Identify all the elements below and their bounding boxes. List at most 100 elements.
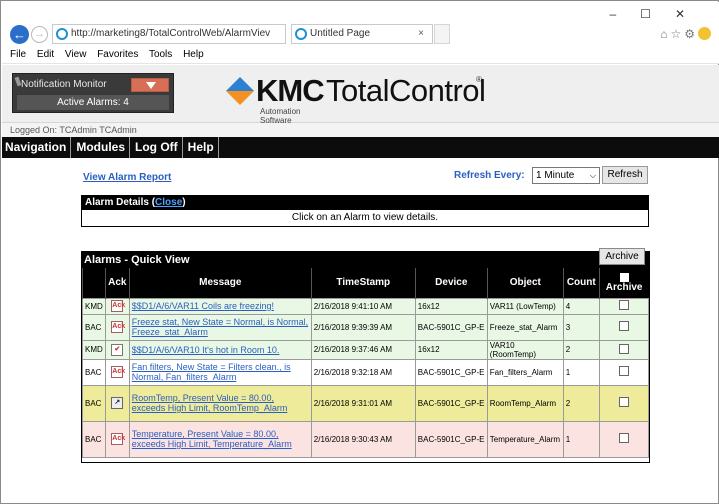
nav-help[interactable]: Help	[185, 137, 219, 158]
settings-gear-icon[interactable]: ⚙	[684, 27, 698, 41]
browser-menubar: File Edit View Favorites Tools Help	[2, 46, 719, 64]
alarm-row[interactable]: BAC Ack Fan filters, New State = Filters c…	[82, 358, 650, 386]
archive-cell[interactable]	[598, 420, 650, 458]
archive-checkbox[interactable]	[618, 321, 629, 331]
ack-alarm-icon[interactable]: Ack	[111, 300, 125, 312]
toolbar-icons: ⌂☆⚙	[660, 27, 711, 41]
alarm-message-cell[interactable]: Freeze stat, New State = Normal, is Norm…	[128, 313, 312, 341]
alarm-details-message: Click on an Alarm to view details.	[291, 212, 439, 223]
alarm-device: 16x12	[414, 339, 488, 360]
alarms-title: Alarms - Quick View	[84, 254, 190, 266]
archive-all-checkbox[interactable]	[619, 272, 629, 282]
archive-checkbox[interactable]	[618, 397, 629, 407]
notification-title: Notification Monitor	[21, 79, 107, 90]
menu-tools[interactable]: Tools	[149, 49, 172, 60]
alarm-row[interactable]: KMD ✔ $$D1/A/6/VAR10 It's hot in Room 10. 2…	[82, 339, 650, 360]
alarm-row[interactable]: KMD Ack $$D1/A/6/VAR11 Coils are freezing!…	[82, 297, 650, 315]
alarm-timestamp: 2/16/2018 9:30:43 AM	[310, 420, 416, 458]
archive-cell[interactable]	[598, 313, 650, 341]
back-arrow-icon[interactable]: ←	[10, 25, 29, 44]
alarm-count: 2	[562, 384, 600, 422]
menu-file[interactable]: File	[10, 49, 26, 60]
archive-button[interactable]: Archive	[599, 248, 645, 265]
nav-modules[interactable]: Modules	[73, 137, 131, 158]
col-object[interactable]: Object	[486, 268, 564, 298]
alarm-message-cell[interactable]: $$D1/A/6/VAR10 It's hot in Room 10.	[128, 339, 312, 360]
menu-edit[interactable]: Edit	[37, 49, 54, 60]
ack-cell[interactable]: Ack	[104, 420, 130, 458]
refresh-interval-select[interactable]: 1 Minute ⌵	[532, 167, 600, 184]
acknowledged-icon[interactable]: ↗	[111, 397, 124, 409]
nav-navigation[interactable]: Navigation	[2, 137, 72, 158]
col-archive[interactable]: Archive	[598, 268, 649, 298]
browser-tab[interactable]: Untitled Page ×	[291, 24, 433, 44]
archive-checkbox[interactable]	[618, 433, 629, 443]
col-archive-label: Archive	[605, 281, 643, 293]
alarm-row[interactable]: BAC Ack Freeze stat, New State = Normal, i…	[82, 313, 650, 341]
minimize-icon[interactable]: –	[609, 7, 640, 21]
ack-cell[interactable]: Ack	[104, 297, 130, 315]
menu-help[interactable]: Help	[183, 49, 204, 60]
alarm-count: 2	[562, 339, 600, 360]
new-tab-button[interactable]	[434, 24, 450, 44]
alarm-message-link[interactable]: Freeze stat, New State = Normal, is Norm…	[132, 317, 308, 337]
ack-cell[interactable]: Ack	[104, 358, 130, 386]
active-alarms-count[interactable]: Active Alarms: 4	[17, 95, 169, 110]
alarm-message-cell[interactable]: RoomTemp, Present Value = 80.00, exceeds…	[128, 384, 312, 422]
ie-icon	[295, 28, 307, 40]
browser-window: ← → http://marketing8/TotalControlWeb/Al…	[0, 0, 719, 504]
archive-cell[interactable]	[598, 358, 650, 386]
alarm-message-link[interactable]: $$D1/A/6/VAR10 It's hot in Room 10.	[132, 345, 280, 355]
alarm-message-cell[interactable]: Fan filters, New State = Filters clean.,…	[128, 358, 312, 386]
ack-alarm-icon[interactable]: Ack	[111, 433, 125, 445]
ack-cell[interactable]: ↗	[104, 384, 130, 422]
home-icon[interactable]: ⌂	[660, 27, 670, 41]
close-window-icon[interactable]: ✕	[675, 7, 709, 21]
archive-cell[interactable]	[598, 297, 650, 315]
col-ack[interactable]: Ack	[104, 268, 130, 298]
view-alarm-report-link[interactable]: View Alarm Report	[83, 172, 171, 183]
alarm-message-link[interactable]: RoomTemp, Present Value = 80.00, exceeds…	[132, 393, 288, 413]
archive-cell[interactable]	[598, 384, 650, 422]
feedback-smiley-icon[interactable]	[698, 27, 711, 40]
archive-checkbox[interactable]	[618, 343, 629, 354]
ack-alarm-icon[interactable]: Ack	[111, 321, 125, 333]
ack-cell[interactable]: ✔	[104, 339, 130, 360]
col-source	[82, 268, 106, 298]
alarm-row[interactable]: BAC Ack Temperature, Present Value = 80.00…	[82, 420, 650, 458]
favorites-icon[interactable]: ☆	[670, 27, 684, 41]
notification-monitor[interactable]: Notification Monitor Active Alarms: 4	[12, 73, 174, 113]
menu-favorites[interactable]: Favorites	[97, 49, 138, 60]
alarm-row[interactable]: BAC ↗ RoomTemp, Present Value = 80.00, exc…	[82, 384, 650, 422]
alarm-message-link[interactable]: Temperature, Present Value = 80.00, exce…	[132, 429, 292, 449]
col-message[interactable]: Message	[128, 268, 312, 298]
maximize-icon[interactable]: ☐	[640, 7, 675, 21]
col-count[interactable]: Count	[562, 268, 600, 298]
alarm-device: BAC-5901C_GP-E	[414, 384, 488, 422]
forward-arrow-icon[interactable]: →	[31, 26, 48, 43]
nav-log-off[interactable]: Log Off	[132, 137, 183, 158]
alarm-message-link[interactable]: Fan filters, New State = Filters clean.,…	[132, 362, 291, 382]
archive-checkbox[interactable]	[618, 300, 629, 310]
col-device[interactable]: Device	[414, 268, 488, 298]
ack-cell[interactable]: Ack	[104, 313, 130, 341]
alarm-message-link[interactable]: $$D1/A/6/VAR11 Coils are freezing!	[132, 301, 274, 311]
alarm-message-cell[interactable]: $$D1/A/6/VAR11 Coils are freezing!	[128, 297, 312, 315]
alarm-timestamp: 2/16/2018 9:32:18 AM	[310, 358, 416, 386]
col-timestamp[interactable]: TimeStamp	[310, 268, 416, 298]
refresh-button[interactable]: Refresh	[602, 166, 648, 184]
close-tab-icon[interactable]: ×	[418, 25, 424, 43]
alarm-count: 1	[562, 420, 600, 458]
menu-view[interactable]: View	[65, 49, 87, 60]
alarm-message-cell[interactable]: Temperature, Present Value = 80.00, exce…	[128, 420, 312, 458]
ack-checkmark-icon[interactable]: ✔	[111, 343, 124, 356]
archive-cell[interactable]	[598, 339, 650, 360]
address-bar[interactable]: http://marketing8/TotalControlWeb/AlarmV…	[52, 24, 286, 44]
ack-alarm-icon[interactable]: Ack	[111, 366, 125, 378]
alarm-timestamp: 2/16/2018 9:31:01 AM	[310, 384, 416, 422]
chevron-down-icon: ⌵	[589, 171, 596, 180]
alarm-details-panel: Alarm Details (Close) Click on an Alarm …	[81, 195, 649, 227]
archive-checkbox[interactable]	[618, 366, 629, 376]
close-details-link[interactable]: Close	[155, 197, 182, 208]
alert-icon[interactable]	[131, 78, 169, 92]
